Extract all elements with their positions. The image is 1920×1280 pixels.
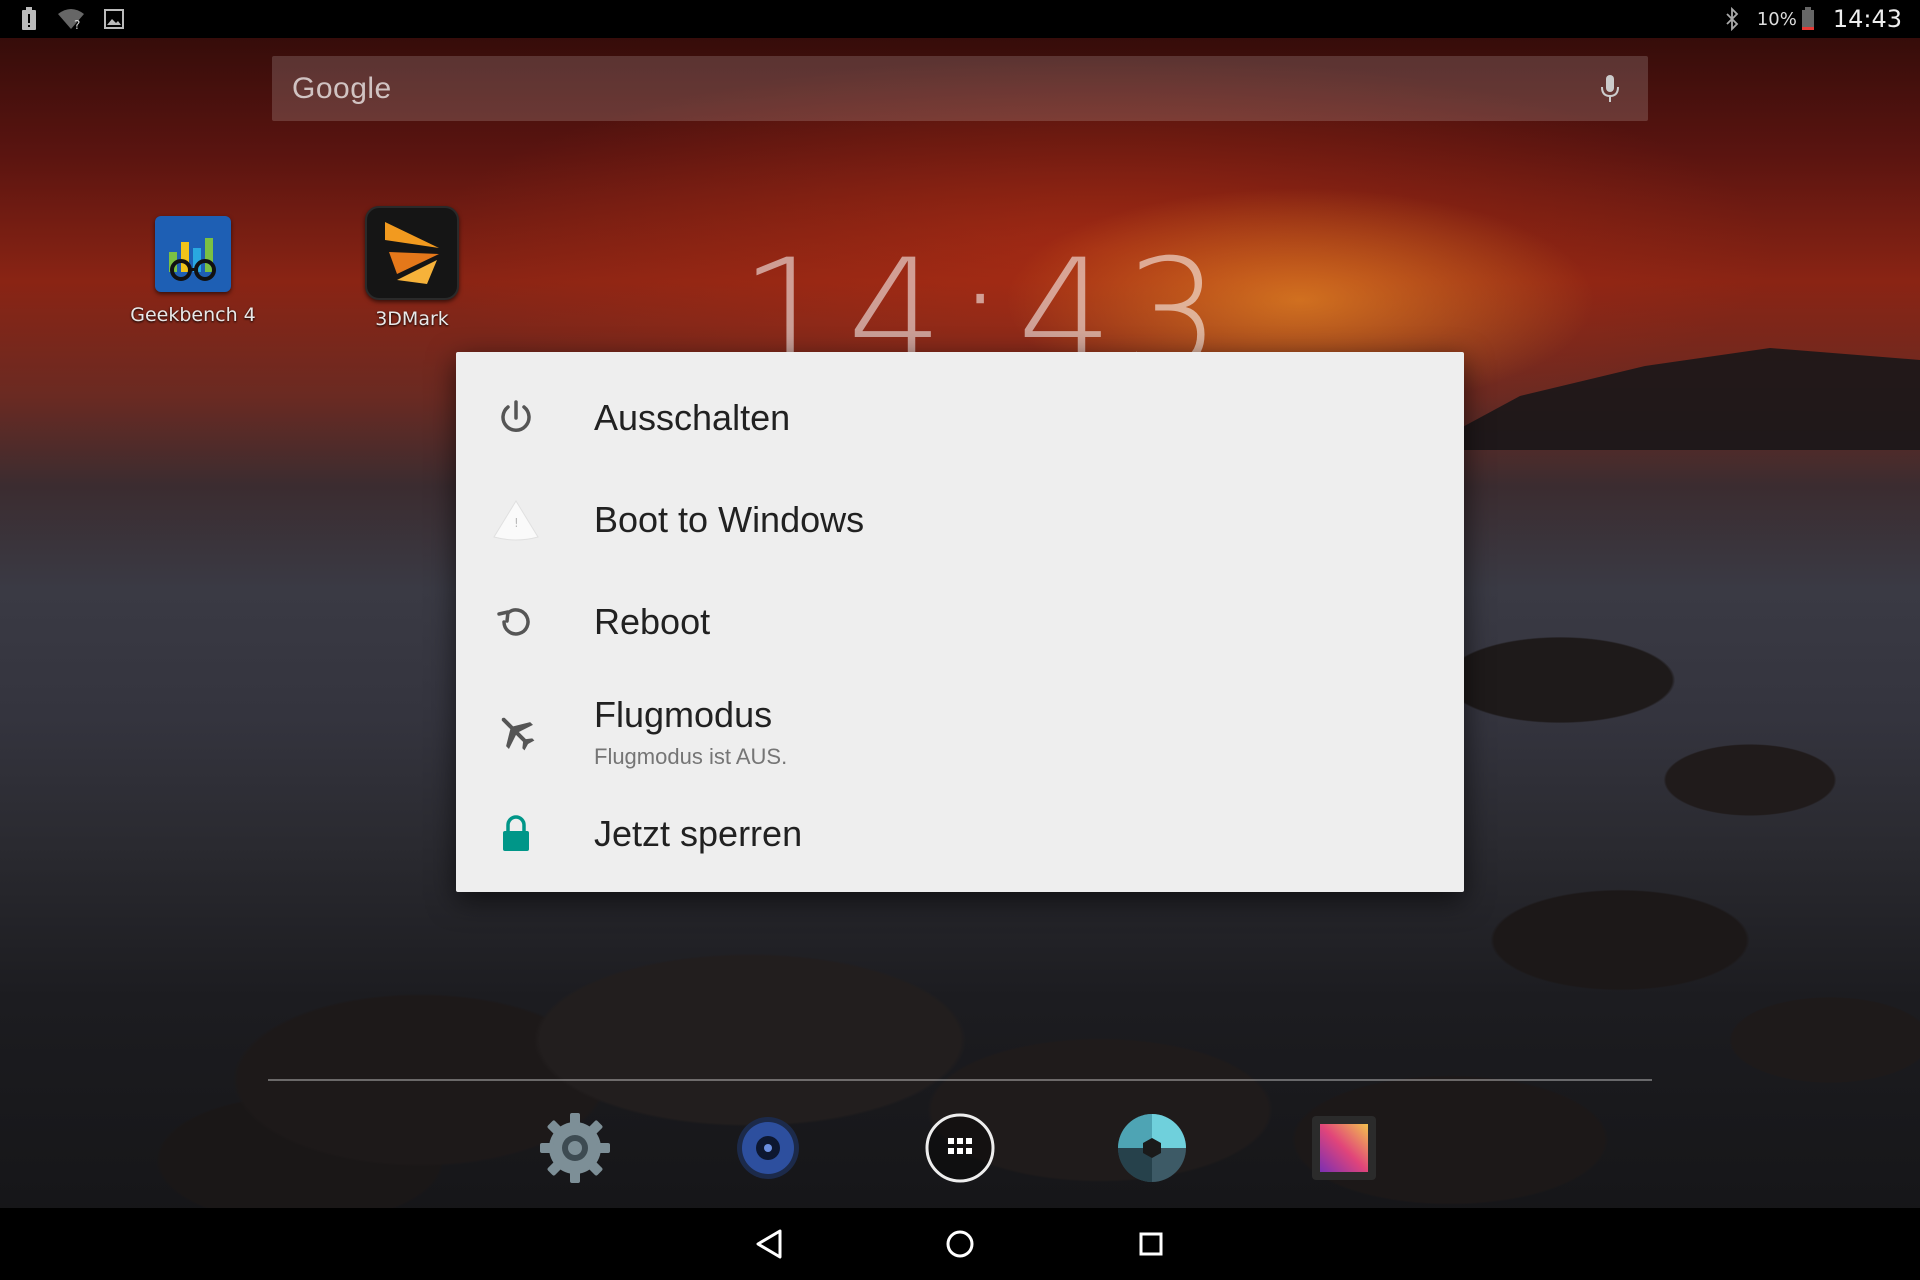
lock-icon xyxy=(486,804,546,864)
menu-item-flugmodus[interactable]: Flugmodus Flugmodus ist AUS. xyxy=(456,684,1464,780)
navigation-bar xyxy=(0,1208,1920,1280)
google-logo: Google xyxy=(292,71,392,105)
gallery-icon xyxy=(1312,1116,1376,1180)
back-icon xyxy=(756,1229,782,1259)
svg-text:?: ? xyxy=(74,18,80,30)
menu-item-ausschalten[interactable]: Ausschalten xyxy=(456,382,1464,454)
menu-item-label: Ausschalten xyxy=(594,397,791,438)
home-icon xyxy=(946,1230,974,1258)
airplane-icon xyxy=(486,702,546,762)
svg-text:!: ! xyxy=(514,516,519,530)
nav-recents[interactable] xyxy=(1129,1222,1173,1266)
nav-home[interactable] xyxy=(938,1222,982,1266)
app-label: 3DMark xyxy=(375,308,449,330)
menu-item-label: Jetzt sperren xyxy=(594,813,803,854)
microphone-icon[interactable] xyxy=(1600,74,1620,104)
battery-icon xyxy=(1801,7,1814,30)
menu-item-boot-to-windows[interactable]: ! Boot to Windows xyxy=(456,484,1464,556)
app-geekbench[interactable]: Geekbench 4 xyxy=(113,216,273,326)
dock-music[interactable] xyxy=(728,1108,808,1188)
menu-item-label: Boot to Windows xyxy=(594,499,865,540)
nav-back[interactable] xyxy=(747,1222,791,1266)
settings-icon xyxy=(540,1113,610,1183)
dock-camera[interactable] xyxy=(1112,1108,1192,1188)
battery-alert-icon xyxy=(22,7,36,30)
windows-boot-icon: ! xyxy=(486,490,546,550)
dock-app-drawer[interactable] xyxy=(920,1108,1000,1188)
app-drawer-icon xyxy=(925,1113,995,1183)
dock-settings[interactable] xyxy=(535,1108,615,1188)
wifi-unknown-icon: ? xyxy=(58,9,84,30)
status-clock: 14:43 xyxy=(1832,5,1902,33)
google-search-bar[interactable]: Google xyxy=(272,56,1648,121)
menu-item-label: Reboot xyxy=(594,601,711,642)
clock-widget: 14:43 xyxy=(740,240,1233,352)
geekbench-icon xyxy=(155,216,231,292)
menu-item-reboot[interactable]: Reboot xyxy=(456,586,1464,658)
bluetooth-icon xyxy=(1726,7,1739,31)
dock-gallery[interactable] xyxy=(1304,1108,1384,1188)
music-icon xyxy=(737,1117,799,1179)
menu-item-jetzt-sperren[interactable]: Jetzt sperren xyxy=(456,798,1464,870)
3dmark-icon xyxy=(365,206,459,300)
app-3dmark[interactable]: 3DMark xyxy=(332,206,492,330)
recents-icon xyxy=(1139,1232,1163,1256)
reboot-icon xyxy=(486,592,546,652)
power-icon xyxy=(486,388,546,448)
menu-item-sublabel: Flugmodus ist AUS. xyxy=(594,744,788,769)
app-label: Geekbench 4 xyxy=(130,304,256,326)
status-bar: ? 10% 14:43 xyxy=(0,0,1920,38)
image-notification-icon xyxy=(104,9,124,29)
dock-divider xyxy=(268,1079,1652,1081)
camera-icon xyxy=(1118,1114,1186,1182)
battery-percent: 10% xyxy=(1756,8,1797,30)
menu-item-label: Flugmodus xyxy=(594,694,773,735)
power-menu-dialog: Ausschalten ! Boot to Windows Reboot Flu… xyxy=(456,352,1464,892)
